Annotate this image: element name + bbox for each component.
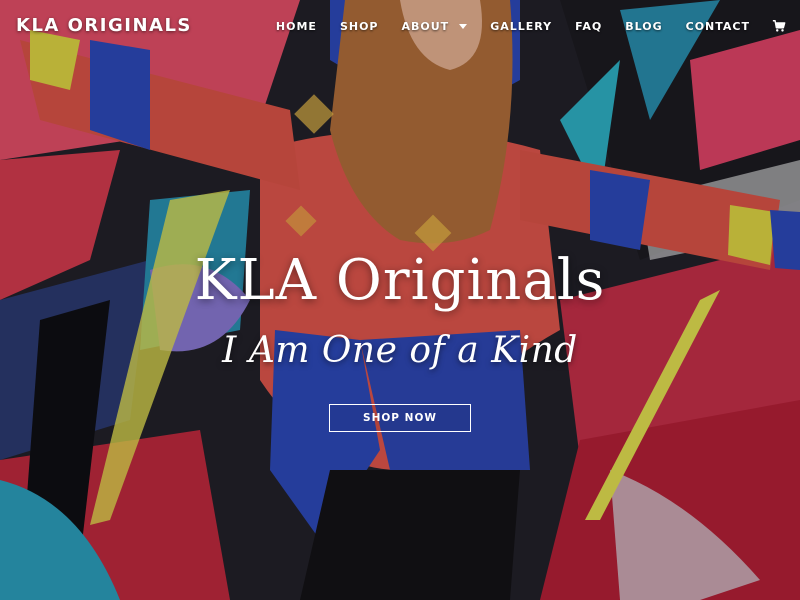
main-nav: HOME SHOP ABOUT GALLERY FAQ BLOG CONTACT: [253, 19, 786, 33]
nav-faq[interactable]: FAQ: [575, 20, 602, 33]
nav-home-label: HOME: [275, 19, 317, 33]
nav-home[interactable]: HOME: [276, 20, 317, 33]
nav-about-label: ABOUT: [401, 19, 450, 33]
nav-blog[interactable]: BLOG: [625, 20, 662, 33]
shop-now-button[interactable]: SHOP NOW: [329, 404, 471, 432]
hero-section: KLA ORIGINALS HOME SHOP ABOUT GALLERY FA…: [0, 0, 800, 600]
nav-about[interactable]: ABOUT: [402, 20, 468, 33]
nav-contact[interactable]: CONTACT: [686, 20, 750, 33]
hero-tagline: I Am One of a Kind: [222, 330, 578, 371]
nav-contact-label: CONTACT: [685, 19, 750, 33]
site-logo[interactable]: KLA ORIGINALS: [16, 15, 192, 36]
nav-faq-label: FAQ: [575, 19, 603, 33]
cart-icon[interactable]: [772, 19, 786, 33]
hero-title: KLA Originals: [194, 248, 606, 313]
chevron-down-icon: [459, 23, 468, 29]
nav-shop[interactable]: SHOP: [340, 20, 379, 33]
nav-blog-label: BLOG: [625, 19, 663, 33]
nav-gallery[interactable]: GALLERY: [490, 20, 552, 33]
nav-gallery-label: GALLERY: [490, 19, 553, 33]
site-header: KLA ORIGINALS HOME SHOP ABOUT GALLERY FA…: [0, 0, 800, 56]
nav-shop-label: SHOP: [339, 19, 379, 33]
